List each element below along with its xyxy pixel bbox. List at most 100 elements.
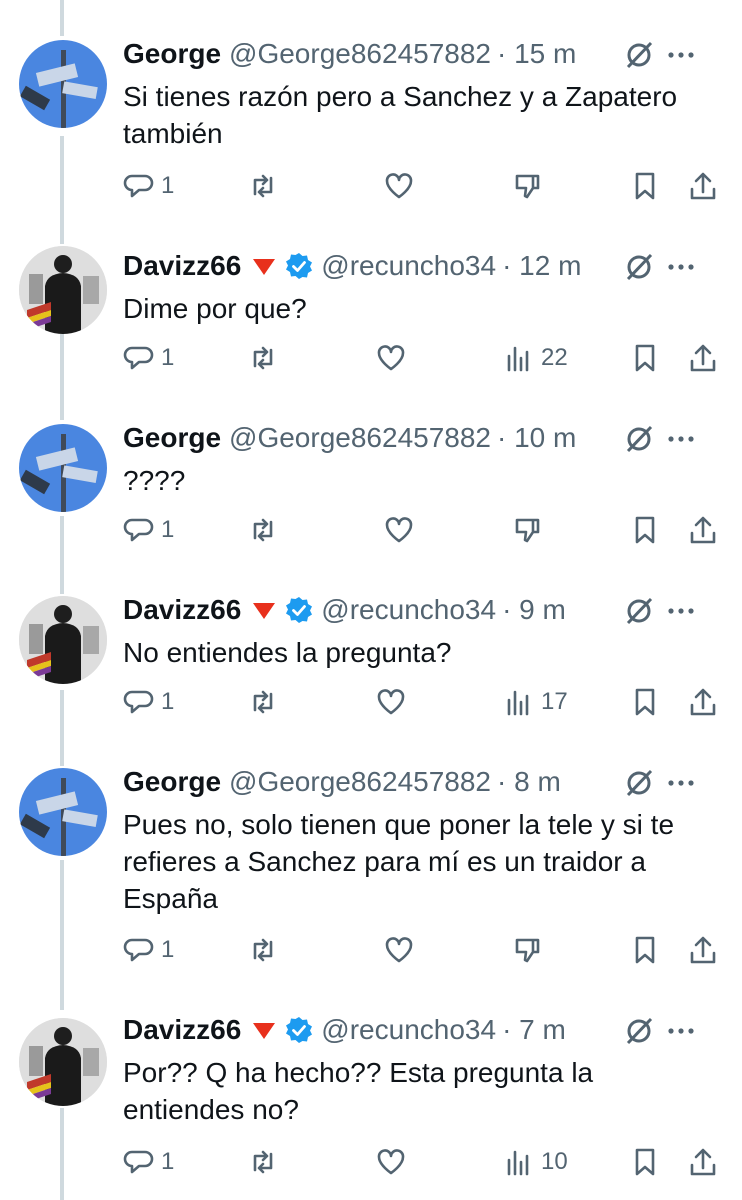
author-handle[interactable]: @recuncho34 [321,1014,496,1046]
tweet-header: Davizz66 @recuncho34 · 12 m [123,246,718,286]
avatar[interactable] [19,246,107,334]
grok-icon[interactable] [622,594,656,628]
more-icon[interactable] [666,422,696,456]
more-icon[interactable] [666,594,696,628]
reply-count: 1 [161,344,175,371]
action-bar: 1 17 [123,682,723,722]
reply-button[interactable]: 1 [123,510,174,550]
avatar[interactable] [19,1018,107,1106]
timestamp[interactable]: · 8 m [497,766,561,798]
verified-icon[interactable] [285,252,313,280]
retweet-button[interactable] [247,166,279,206]
bookmark-button[interactable] [629,682,661,722]
bookmark-button[interactable] [629,338,661,378]
avatar[interactable] [19,424,107,512]
views-button[interactable]: 22 [503,338,568,378]
share-button[interactable] [687,510,719,550]
verified-icon[interactable] [285,1016,313,1044]
tweet-text: Pues no, solo tienen que poner la tele y… [123,809,675,914]
timestamp[interactable]: · 12 m [502,250,581,282]
timestamp[interactable]: · 7 m [502,1014,566,1046]
share-button[interactable] [687,930,719,970]
share-icon [690,688,716,716]
author-name[interactable]: Davizz66 [123,250,241,282]
author-name[interactable]: George [123,422,221,454]
retweet-button[interactable] [247,930,279,970]
flag-icon [253,1023,276,1039]
tweet[interactable]: Davizz66 @recuncho34 · 9 m No entiendes … [0,590,742,734]
reply-icon [123,346,154,370]
retweet-icon [253,1150,273,1174]
heart-icon [377,689,405,715]
bookmark-button[interactable] [629,930,661,970]
dislike-button[interactable] [511,510,543,550]
author-name[interactable]: Davizz66 [123,594,241,626]
more-icon[interactable] [666,250,696,284]
tweet[interactable]: George @George862457882 · 10 m ???? 1 [0,418,742,562]
retweet-button[interactable] [247,510,279,550]
avatar[interactable] [19,40,107,128]
grok-icon[interactable] [622,1014,656,1048]
grok-icon[interactable] [622,38,656,72]
tweet[interactable]: George @George862457882 · 8 m Pues no, s… [0,762,742,982]
tweet[interactable]: Davizz66 @recuncho34 · 12 m Dime por que… [0,246,742,390]
share-button[interactable] [687,166,719,206]
like-button[interactable] [383,510,415,550]
reply-button[interactable]: 1 [123,166,174,206]
more-icon[interactable] [666,1014,696,1048]
timestamp[interactable]: · 10 m [497,422,576,454]
bookmark-button[interactable] [629,166,661,206]
avatar[interactable] [19,596,107,684]
grok-icon[interactable] [622,766,656,800]
views-button[interactable]: 17 [503,682,568,722]
share-icon [690,936,716,964]
like-button[interactable] [375,1142,407,1182]
bookmark-icon [635,344,655,372]
tweet[interactable]: Davizz66 @recuncho34 · 7 m Por?? Q ha he… [0,1010,742,1200]
dislike-button[interactable] [511,166,543,206]
author-handle[interactable]: @recuncho34 [321,250,496,282]
retweet-icon [253,174,273,198]
bookmark-icon [635,936,655,964]
grok-icon[interactable] [622,250,656,284]
timestamp[interactable]: · 9 m [502,594,566,626]
dislike-button[interactable] [511,930,543,970]
more-icon[interactable] [666,38,696,72]
author-handle[interactable]: @George862457882 [229,38,491,70]
like-button[interactable] [383,930,415,970]
views-button[interactable]: 10 [503,1142,568,1182]
retweet-button[interactable] [247,682,279,722]
like-button[interactable] [375,682,407,722]
more-icon[interactable] [666,766,696,800]
verified-icon[interactable] [285,596,313,624]
like-button[interactable] [383,166,415,206]
thumbs-down-icon [515,938,540,963]
tweet-header: George @George862457882 · 10 m [123,418,718,458]
bookmark-button[interactable] [629,1142,661,1182]
share-button[interactable] [687,1142,719,1182]
tweet-header: George @George862457882 · 15 m [123,34,718,74]
grok-icon[interactable] [622,422,656,456]
timestamp[interactable]: · 15 m [497,38,576,70]
retweet-button[interactable] [247,1142,279,1182]
reply-button[interactable]: 1 [123,682,174,722]
avatar[interactable] [19,768,107,856]
share-button[interactable] [687,338,719,378]
author-handle[interactable]: @recuncho34 [321,594,496,626]
tweet[interactable]: George @George862457882 · 15 m Si tienes… [0,30,742,220]
share-button[interactable] [687,682,719,722]
like-button[interactable] [375,338,407,378]
author-name[interactable]: Davizz66 [123,1014,241,1046]
reply-button[interactable]: 1 [123,930,174,970]
author-handle[interactable]: @George862457882 [229,422,491,454]
reply-button[interactable]: 1 [123,1142,174,1182]
author-name[interactable]: George [123,38,221,70]
reply-count: 1 [161,936,175,963]
author-handle[interactable]: @George862457882 [229,766,491,798]
author-name[interactable]: George [123,766,221,798]
bookmark-button[interactable] [629,510,661,550]
retweet-button[interactable] [247,338,279,378]
views-icon [507,690,529,716]
reply-icon [123,518,154,542]
reply-button[interactable]: 1 [123,338,174,378]
